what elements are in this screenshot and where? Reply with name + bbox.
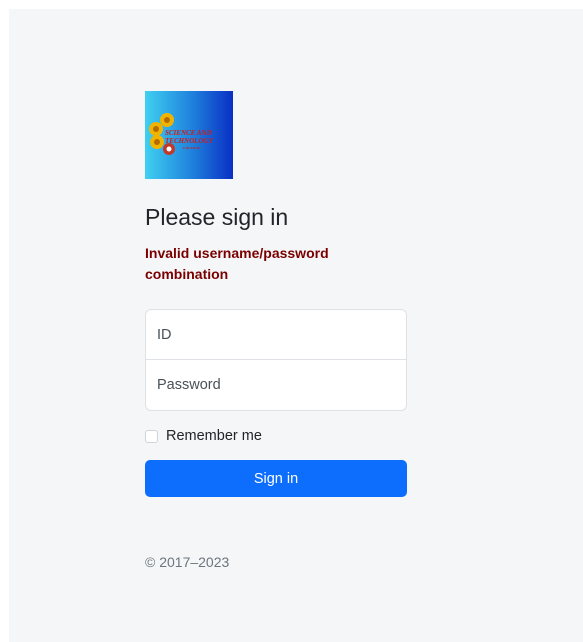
remember-me-option[interactable]: Remember me (145, 428, 262, 444)
remember-me-checkbox[interactable] (145, 429, 158, 443)
sign-in-button[interactable]: Sign in (145, 460, 407, 497)
page-background: SCIENCE AND TECHNOLOGY COLLEGE Please si… (9, 9, 583, 642)
copyright-text: © 2017–2023 (145, 554, 230, 570)
college-logo: SCIENCE AND TECHNOLOGY COLLEGE (145, 91, 233, 179)
logo-text-line3: COLLEGE (183, 146, 201, 150)
id-field[interactable] (145, 309, 407, 360)
logo-text-line2: TECHNOLOGY (165, 137, 214, 145)
sign-in-form: SCIENCE AND TECHNOLOGY COLLEGE Please si… (145, 91, 407, 570)
college-logo-icon: SCIENCE AND TECHNOLOGY COLLEGE (149, 113, 214, 155)
remember-me-label: Remember me (166, 428, 262, 444)
error-message: Invalid username/password combination (145, 245, 329, 282)
page-title: Please sign in (145, 204, 289, 230)
logo-text-line1: SCIENCE AND (165, 129, 212, 137)
password-field[interactable] (145, 360, 407, 411)
